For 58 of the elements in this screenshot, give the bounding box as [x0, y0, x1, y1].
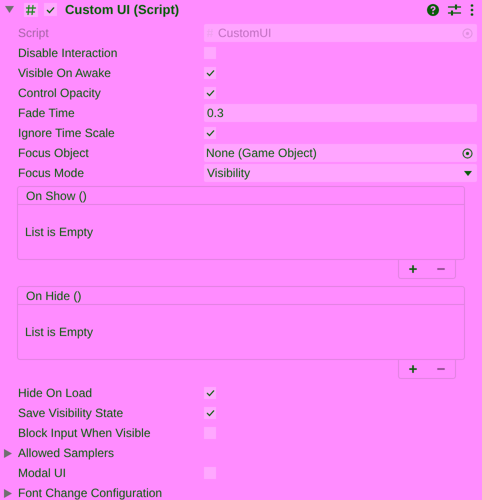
foldout-toggle[interactable]: [4, 488, 14, 498]
field-label: Disable Interaction: [18, 45, 118, 62]
object-field: CustomUI: [204, 24, 477, 42]
checkbox[interactable]: [204, 87, 216, 99]
add-button[interactable]: +: [408, 262, 418, 276]
help-button[interactable]: [427, 4, 439, 16]
target-icon: [462, 148, 473, 158]
checkbox[interactable]: [204, 407, 216, 419]
check-icon: [206, 389, 214, 397]
event-title: On Hide (): [26, 288, 82, 304]
field-label: Visible On Awake: [18, 65, 111, 82]
checkbox[interactable]: [204, 387, 216, 399]
check-icon: [46, 6, 55, 14]
field-label: Script: [18, 25, 49, 42]
object-field[interactable]: None (Game Object): [204, 144, 477, 162]
enabled-checkbox[interactable]: [44, 3, 57, 16]
field-label: Block Input When Visible: [18, 425, 151, 442]
remove-button[interactable]: −: [436, 362, 446, 376]
field-label: Modal UI: [18, 465, 66, 482]
empty-list-text: List is Empty: [25, 324, 94, 341]
dropdown[interactable]: Visibility: [204, 164, 477, 182]
field-label: Fade Time: [18, 105, 75, 122]
field-label: Ignore Time Scale: [18, 125, 115, 142]
checkbox[interactable]: [204, 127, 216, 139]
presets-button[interactable]: [448, 4, 461, 16]
number-field[interactable]: 0.3: [204, 104, 477, 122]
checkbox[interactable]: [204, 47, 216, 59]
foldout-toggle[interactable]: [4, 448, 14, 458]
remove-button[interactable]: −: [436, 262, 446, 276]
event-title: On Show (): [26, 188, 87, 204]
checkbox[interactable]: [204, 467, 216, 479]
caret-icon: [4, 488, 12, 498]
help-icon: [427, 4, 439, 16]
check-icon: [206, 89, 214, 97]
script-icon: [24, 2, 38, 16]
empty-list-text: List is Empty: [25, 224, 94, 241]
more-icon: [470, 4, 474, 16]
checkbox[interactable]: [204, 427, 216, 439]
sliders-icon: [448, 4, 461, 16]
target-icon: [462, 28, 473, 38]
add-button[interactable]: +: [408, 362, 418, 376]
more-button[interactable]: [470, 4, 474, 16]
check-icon: [206, 409, 214, 417]
checkbox[interactable]: [204, 67, 216, 79]
caret-icon: [464, 170, 472, 176]
field-label: Control Opacity: [18, 85, 101, 102]
caret-icon: [4, 6, 14, 14]
foldout-toggle[interactable]: [4, 4, 14, 14]
check-icon: [206, 69, 214, 77]
field-label: Allowed Samplers: [18, 445, 114, 462]
field-label: Hide On Load: [18, 385, 92, 402]
component-title: Custom UI (Script): [65, 0, 180, 19]
field-label: Focus Mode: [18, 165, 84, 182]
caret-icon: [4, 448, 12, 458]
check-icon: [206, 129, 214, 137]
field-label: Focus Object: [18, 145, 89, 162]
field-label: Font Change Configuration: [18, 485, 162, 500]
field-label: Save Visibility State: [18, 405, 124, 422]
